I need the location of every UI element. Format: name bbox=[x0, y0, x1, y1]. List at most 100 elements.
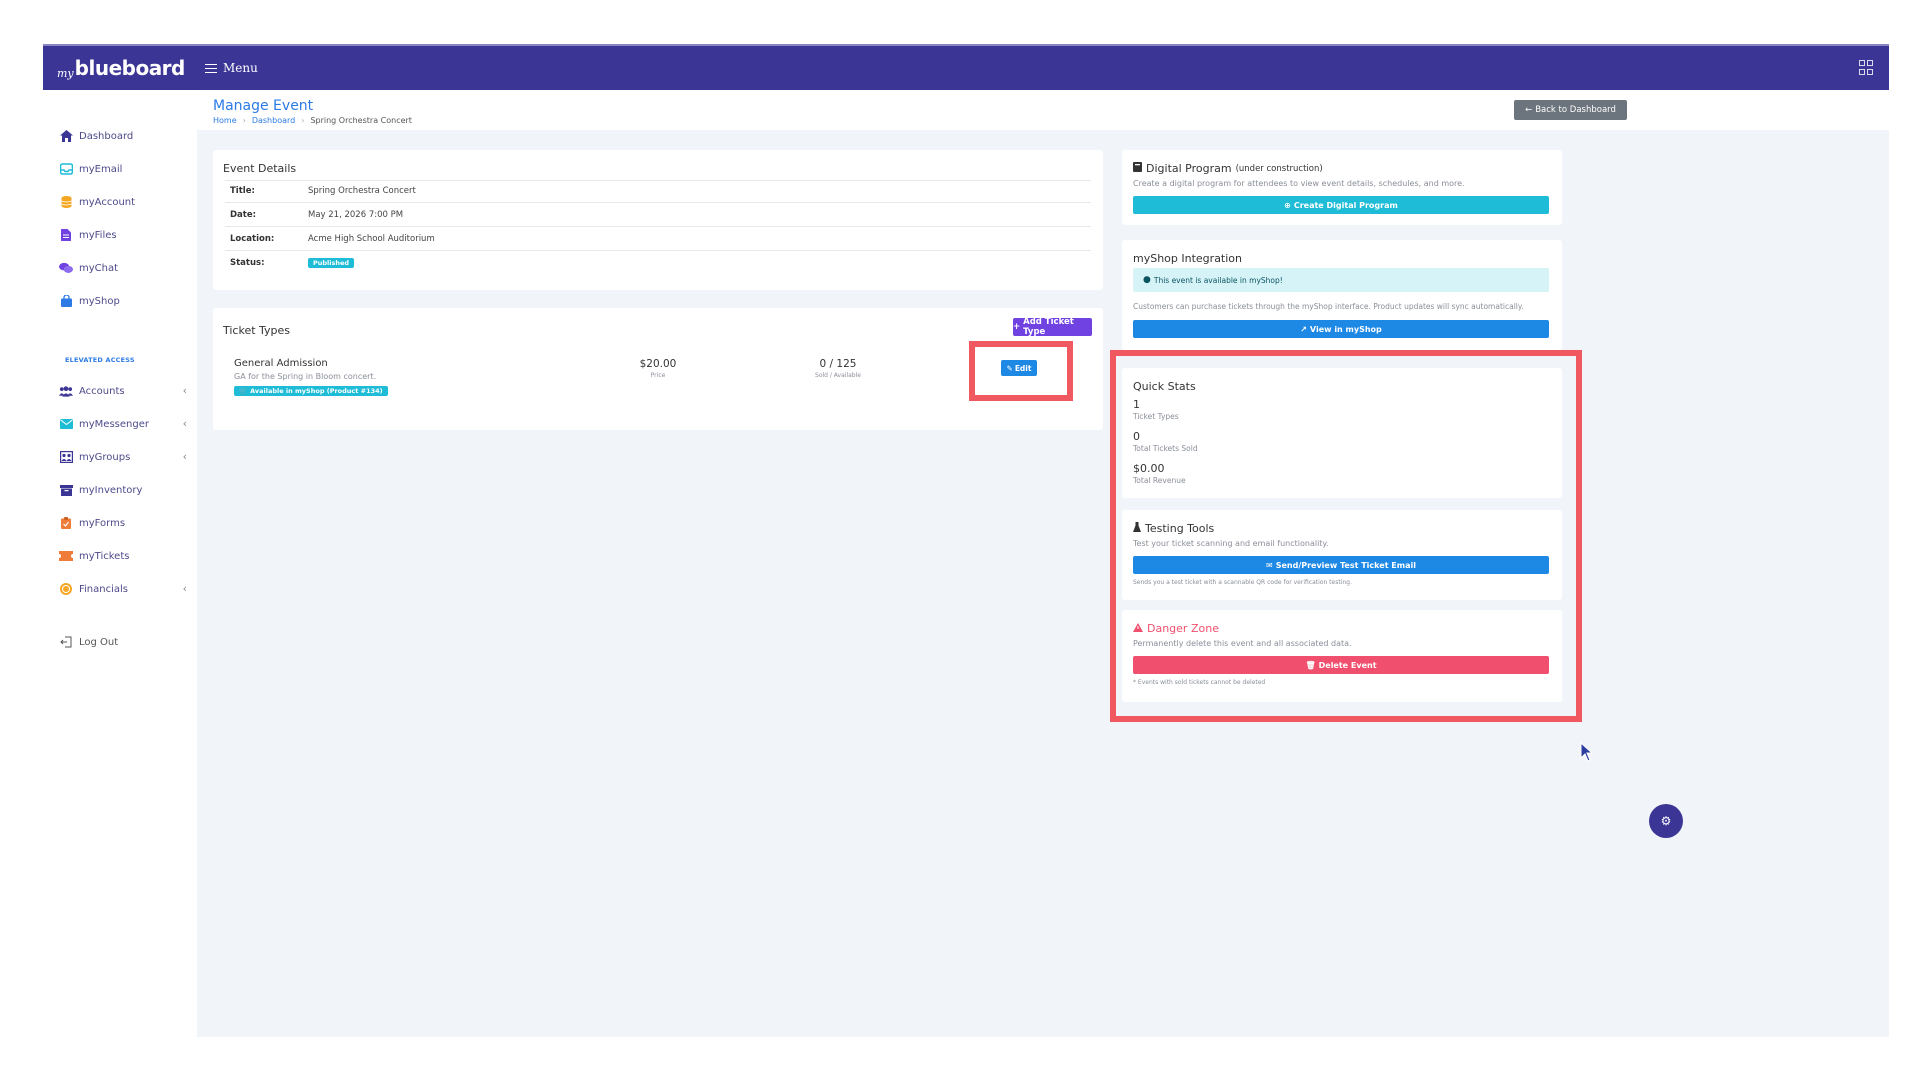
status-badge: Published bbox=[308, 258, 355, 268]
breadcrumb-home[interactable]: Home bbox=[213, 116, 237, 125]
sidebar-item-label: Dashboard bbox=[79, 130, 134, 142]
sidebar-item-mymessenger[interactable]: myMessenger ‹ bbox=[59, 413, 187, 435]
delete-event-label: Delete Event bbox=[1318, 660, 1377, 670]
status-label: Status: bbox=[230, 258, 265, 268]
ticket-icon bbox=[59, 550, 73, 562]
archive-icon bbox=[59, 484, 73, 496]
create-digital-program-button[interactable]: ⊕ Create Digital Program bbox=[1133, 196, 1549, 214]
breadcrumb-dashboard[interactable]: Dashboard bbox=[252, 116, 295, 125]
sidebar-item-label: myShop bbox=[79, 295, 120, 307]
sidebar-item-financials[interactable]: Financials ‹ bbox=[59, 578, 187, 600]
sidebar-item-mychat[interactable]: myChat bbox=[59, 257, 187, 279]
gear-icon: ⚙ bbox=[1660, 814, 1672, 828]
send-test-ticket-email-button[interactable]: ✉ Send/Preview Test Ticket Email bbox=[1133, 556, 1549, 574]
stat-ticket-types-label: Ticket Types bbox=[1133, 412, 1179, 421]
breadcrumb-separator: › bbox=[242, 116, 246, 125]
myshop-alert-text: This event is available in myShop! bbox=[1153, 275, 1283, 285]
create-digital-program-label: Create Digital Program bbox=[1293, 200, 1398, 210]
arrow-left-icon: ← bbox=[1525, 105, 1533, 115]
plus-circle-icon: ⊕ bbox=[1284, 200, 1291, 210]
under-construction-note: (under construction) bbox=[1235, 163, 1323, 174]
envelope-icon bbox=[59, 418, 73, 430]
check-circle-icon: ● bbox=[1143, 275, 1151, 285]
back-to-dashboard-button[interactable]: ← Back to Dashboard bbox=[1514, 100, 1627, 120]
breadcrumb: Home › Dashboard › Spring Orchestra Conc… bbox=[213, 116, 412, 125]
view-in-myshop-label: View in myShop bbox=[1309, 324, 1382, 334]
sidebar-item-myforms[interactable]: myForms bbox=[59, 512, 187, 534]
danger-zone-card: Danger Zone Permanently delete this even… bbox=[1122, 610, 1562, 702]
date-value: May 21, 2026 7:00 PM bbox=[308, 210, 404, 220]
ticket-price: $20.00 bbox=[639, 358, 677, 370]
ticket-description: GA for the Spring in Bloom concert. bbox=[234, 372, 377, 381]
sold-available-label: Sold / Available bbox=[815, 372, 861, 379]
brand-name: blueboard bbox=[74, 56, 186, 80]
myshop-available-alert: ● This event is available in myShop! bbox=[1133, 268, 1549, 292]
shopping-bag-icon bbox=[59, 295, 73, 307]
myshop-product-badge[interactable]: 🛒 Available in myShop (Product #134) bbox=[234, 386, 388, 396]
sidebar-item-dashboard[interactable]: Dashboard bbox=[59, 125, 187, 147]
app-window: myblueboard Menu Dashboard myEmail myAcc… bbox=[43, 44, 1889, 1037]
title-value: Spring Orchestra Concert bbox=[308, 186, 416, 196]
home-icon bbox=[59, 130, 73, 142]
view-in-myshop-button[interactable]: ↗ View in myShop bbox=[1133, 320, 1549, 338]
stat-tickets-sold-value: 0 bbox=[1133, 430, 1140, 443]
quick-stats-card: Quick Stats 1 Ticket Types 0 Total Ticke… bbox=[1122, 368, 1562, 498]
sidebar-section-header: ELEVATED ACCESS bbox=[65, 356, 135, 364]
sidebar-item-myinventory[interactable]: myInventory bbox=[59, 479, 187, 501]
location-value: Acme High School Auditorium bbox=[308, 234, 435, 244]
ticket-types-title: Ticket Types bbox=[223, 324, 291, 337]
sidebar-item-myemail[interactable]: myEmail bbox=[59, 158, 187, 180]
sidebar-item-label: myAccount bbox=[79, 196, 136, 208]
send-test-ticket-label: Send/Preview Test Ticket Email bbox=[1275, 560, 1416, 570]
stat-revenue-value: $0.00 bbox=[1133, 462, 1165, 475]
envelope-icon: ✉ bbox=[1266, 560, 1273, 570]
location-label: Location: bbox=[230, 234, 275, 244]
sidebar-item-myshop[interactable]: myShop bbox=[59, 290, 187, 312]
book-icon bbox=[1133, 162, 1142, 175]
divider bbox=[225, 202, 1091, 203]
page-header: Manage Event Home › Dashboard › Spring O… bbox=[197, 90, 1889, 130]
file-icon bbox=[59, 229, 73, 241]
chat-icon bbox=[59, 262, 73, 274]
main-content: Manage Event Home › Dashboard › Spring O… bbox=[197, 90, 1889, 1037]
sidebar-item-label: myForms bbox=[79, 517, 126, 529]
menu-label: Menu bbox=[223, 61, 258, 76]
brand-logo[interactable]: myblueboard bbox=[57, 56, 185, 80]
settings-fab-button[interactable]: ⚙ bbox=[1649, 804, 1683, 838]
digital-program-card: Digital Program (under construction) Cre… bbox=[1122, 150, 1562, 225]
testing-tools-description: Test your ticket scanning and email func… bbox=[1133, 539, 1329, 548]
warning-icon bbox=[1133, 622, 1143, 635]
delete-event-button[interactable]: 🗑 Delete Event bbox=[1133, 656, 1549, 674]
date-label: Date: bbox=[230, 210, 257, 220]
testing-tools-title: Testing Tools bbox=[1145, 522, 1215, 535]
sidebar-item-accounts[interactable]: Accounts ‹ bbox=[59, 380, 187, 402]
add-ticket-type-label: Add Ticket Type bbox=[1023, 317, 1074, 337]
edit-icon: ✎ bbox=[1006, 363, 1013, 373]
external-link-icon: ↗ bbox=[1300, 324, 1307, 334]
apps-grid-icon[interactable] bbox=[1859, 60, 1873, 75]
sidebar: Dashboard myEmail myAccount myFiles myCh… bbox=[43, 90, 197, 1037]
myshop-integration-title: myShop Integration bbox=[1133, 252, 1243, 265]
danger-zone-description: Permanently delete this event and all as… bbox=[1133, 639, 1352, 648]
flask-icon bbox=[1133, 522, 1141, 535]
myshop-integration-card: myShop Integration ● This event is avail… bbox=[1122, 240, 1562, 350]
chevron-left-icon: ‹ bbox=[182, 384, 187, 397]
sidebar-item-myaccount[interactable]: myAccount bbox=[59, 191, 187, 213]
sidebar-item-label: myTickets bbox=[79, 550, 130, 562]
sidebar-item-mygroups[interactable]: myGroups ‹ bbox=[59, 446, 187, 468]
sidebar-item-mytickets[interactable]: myTickets bbox=[59, 545, 187, 567]
danger-zone-title: Danger Zone bbox=[1147, 622, 1219, 635]
breadcrumb-separator: › bbox=[301, 116, 305, 125]
add-ticket-type-button[interactable]: + Add Ticket Type bbox=[1013, 317, 1092, 337]
chevron-left-icon: ‹ bbox=[182, 582, 187, 595]
edit-ticket-button[interactable]: ✎ Edit bbox=[1001, 360, 1037, 376]
chevron-left-icon: ‹ bbox=[182, 417, 187, 430]
logout-button[interactable]: Log Out bbox=[59, 631, 187, 653]
stat-revenue-label: Total Revenue bbox=[1133, 476, 1186, 485]
menu-button[interactable]: Menu bbox=[205, 61, 258, 76]
sidebar-item-myfiles[interactable]: myFiles bbox=[59, 224, 187, 246]
danger-zone-heading: Danger Zone bbox=[1133, 622, 1219, 635]
sidebar-item-label: myMessenger bbox=[79, 418, 149, 430]
clipboard-icon bbox=[59, 517, 73, 529]
breadcrumb-current: Spring Orchestra Concert bbox=[310, 116, 412, 125]
